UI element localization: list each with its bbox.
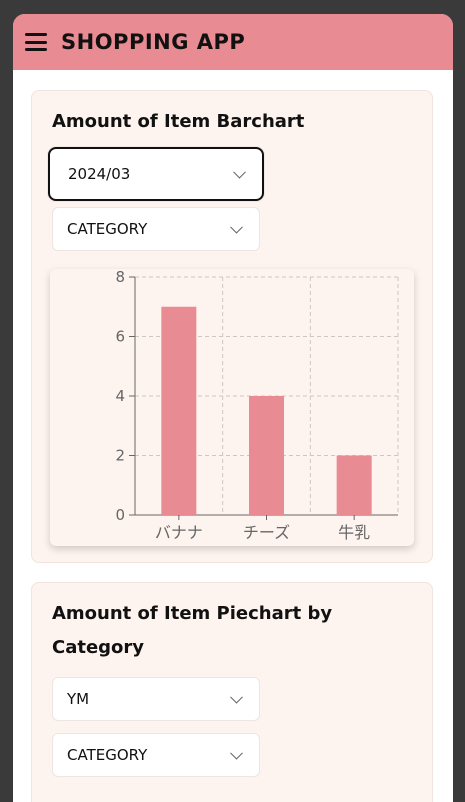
bar-chart: 0 2 4 6 8 バナナ チーズ 牛乳 [50,268,414,546]
bar [336,455,372,515]
bar [161,306,197,515]
bar-chart-svg: 0 2 4 6 8 バナナ チーズ 牛乳 [115,268,399,542]
category-select[interactable]: CATEGORY [52,207,260,251]
app-screen: SHOPPING APP Amount of Item Barchart 202… [13,14,453,802]
pie-category-select[interactable]: CATEGORY [52,733,260,777]
chevron-down-icon [230,220,243,234]
chevron-down-icon [230,690,243,704]
piechart-card: Amount of Item Piechart by Category YM C… [31,582,433,802]
y-tick-label: 0 [115,506,125,524]
y-tick-label: 2 [115,447,125,465]
x-tick-label: チーズ [243,523,290,542]
bar [249,396,284,515]
pie-category-select-value: CATEGORY [67,746,148,764]
month-select-value: 2024/03 [68,165,131,183]
piechart-title: Amount of Item Piechart by Category [52,603,333,658]
y-tick-label: 6 [115,328,125,346]
barchart-title: Amount of Item Barchart [52,111,305,132]
x-tick-label: バナナ [155,523,203,542]
y-tick-label: 8 [115,269,125,286]
month-select[interactable]: 2024/03 [48,147,264,201]
x-tick-label: 牛乳 [338,523,370,542]
app-title: SHOPPING APP [61,30,246,54]
barchart-card: Amount of Item Barchart 2024/03 CATEGORY… [31,90,433,563]
menu-icon[interactable] [25,33,47,51]
ym-select-value: YM [67,690,90,708]
y-tick-label: 4 [115,387,125,405]
chevron-down-icon [230,746,243,760]
ym-select[interactable]: YM [52,677,260,721]
category-select-value: CATEGORY [67,220,148,238]
app-header: SHOPPING APP [13,14,453,70]
chevron-down-icon [233,165,246,179]
